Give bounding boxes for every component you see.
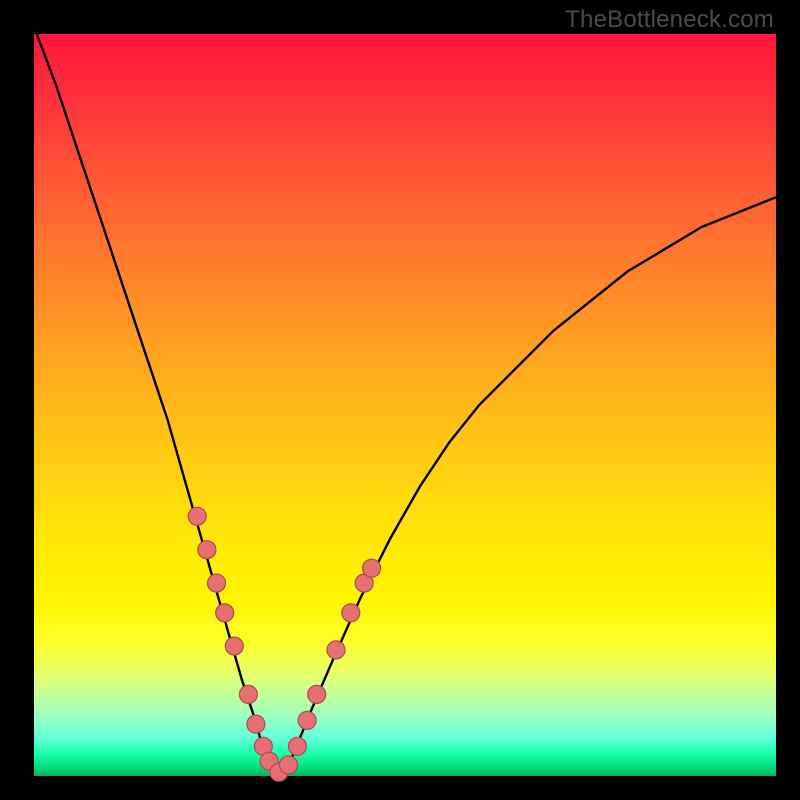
- marker-point: [298, 711, 316, 729]
- marker-point: [363, 559, 381, 577]
- marker-point: [342, 604, 360, 622]
- marker-point: [225, 637, 243, 655]
- marker-point: [327, 641, 345, 659]
- marker-point: [216, 604, 234, 622]
- marker-point: [288, 737, 306, 755]
- marker-point: [239, 685, 257, 703]
- attribution-text: TheBottleneck.com: [565, 6, 774, 34]
- marker-point: [188, 507, 206, 525]
- marker-point: [198, 541, 216, 559]
- curve-path: [34, 27, 776, 776]
- marker-point: [247, 715, 265, 733]
- marker-point: [308, 685, 326, 703]
- marker-points: [188, 507, 380, 781]
- marker-point: [280, 756, 298, 774]
- bottleneck-curve: [34, 34, 776, 776]
- marker-point: [208, 574, 226, 592]
- chart-container: TheBottleneck.com: [0, 0, 800, 800]
